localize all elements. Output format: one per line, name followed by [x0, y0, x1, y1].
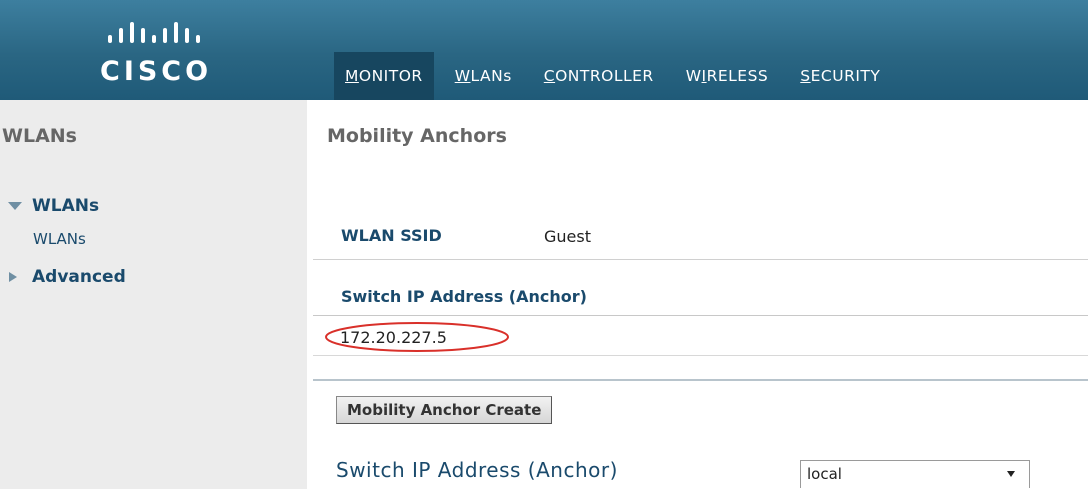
sidebar-group-label: Advanced — [32, 267, 126, 287]
anchor-ip-cell: 172.20.227.5 — [340, 328, 447, 347]
cisco-bars-icon — [108, 22, 200, 43]
sidebar-group-advanced[interactable]: Advanced — [6, 267, 126, 287]
sidebar-title: WLANs — [2, 125, 77, 147]
switch-ip-label: Switch IP Address (Anchor) — [336, 458, 618, 482]
ssid-row: WLAN SSID Guest — [313, 212, 1088, 260]
sidebar-item-wlans[interactable]: WLANs — [33, 230, 86, 248]
column-header-switch-ip: Switch IP Address (Anchor) — [341, 287, 587, 306]
nav-security[interactable]: S ECURITY — [789, 52, 891, 100]
sidebar: WLANs WLANs WLANs Advanced — [0, 100, 307, 489]
ssid-label: WLAN SSID — [341, 226, 442, 245]
table-header: Switch IP Address (Anchor) — [313, 278, 1088, 316]
table-row: 172.20.227.5 — [313, 316, 1088, 356]
main-content: Mobility Anchors WLAN SSID Guest Switch … — [307, 100, 1088, 489]
nav-wlans[interactable]: W LANs — [444, 52, 523, 100]
section-divider — [313, 379, 1088, 381]
nav-monitor[interactable]: M ONITOR — [334, 52, 434, 100]
cisco-logo-text: CISCO — [100, 56, 213, 87]
mobility-anchor-create-button[interactable]: Mobility Anchor Create — [336, 396, 553, 424]
cisco-logo: CISCO — [100, 22, 240, 92]
top-header: CISCO M ONITOR W LANs C ONTROLLER W I RELESS … — [0, 0, 1088, 100]
page-title: Mobility Anchors — [327, 125, 507, 147]
expanded-triangle-icon — [8, 202, 22, 210]
select-value: local — [807, 465, 842, 483]
ssid-value: Guest — [544, 227, 591, 246]
nav-wireless[interactable]: W I RELESS — [675, 52, 780, 100]
sidebar-group-wlans[interactable]: WLANs — [6, 196, 99, 216]
switch-ip-select[interactable]: local — [800, 460, 1030, 488]
top-nav: M ONITOR W LANs C ONTROLLER W I RELESS S ECURI… — [334, 52, 901, 100]
sidebar-group-label: WLANs — [32, 196, 100, 216]
collapsed-triangle-icon — [9, 272, 17, 282]
nav-controller[interactable]: C ONTROLLER — [533, 52, 665, 100]
chevron-down-icon — [1007, 471, 1015, 477]
